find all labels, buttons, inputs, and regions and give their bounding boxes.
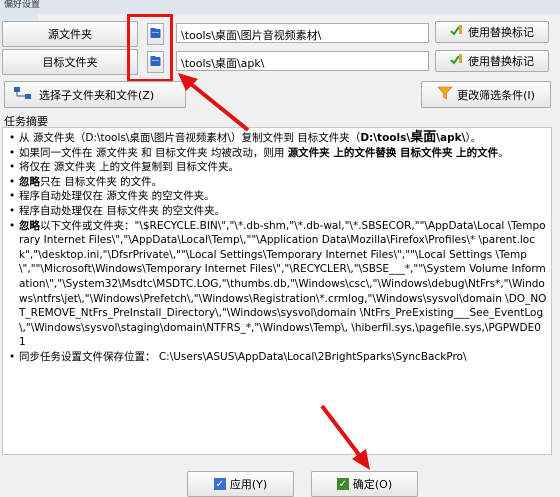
summary-bold-large: 桌面 (410, 130, 437, 145)
target-folder-button[interactable]: 目标文件夹 (2, 49, 138, 75)
apply-label: 应用(Y) (229, 478, 268, 491)
target-folder-label: 目标文件夹 (42, 56, 98, 69)
summary-text: 从 源文件夹（D:\tools\桌面\图片音视频素材\）复制文件到 目标文件夹（ (19, 132, 361, 144)
summary-text: 如果同一文件在 源文件夹 和 目标文件夹 均被改动，则用 (19, 146, 288, 159)
ok-label: 确定(O) (352, 478, 393, 491)
annotation-highlight-box (127, 14, 173, 82)
summary-bold: 源文件夹 上的文件替换 目标文件夹 上的文件 (287, 146, 499, 159)
summary-item: 将仅在 源文件夹 上的文件复制到 目标文件夹。 (9, 160, 547, 175)
ok-button[interactable]: ✓ 确定(O) (311, 471, 418, 497)
summary-text: 以下文件或文件夹："\$RECYCLE.BIN\","\*.db-shm,"\*… (19, 219, 547, 349)
summary-item: 从 源文件夹（D:\tools\桌面\图片音视频素材\）复制文件到 目标文件夹（… (9, 130, 547, 146)
check-pen-icon (450, 53, 464, 69)
summary-item: 忽略以下文件或文件夹："\$RECYCLE.BIN\","\*.db-shm,"… (9, 219, 547, 350)
select-subfolders-button[interactable]: 选择子文件夹和文件(Z) (4, 81, 186, 108)
annotation-arrow (184, 78, 250, 132)
summary-bold: D:\tools\ (360, 132, 411, 144)
summary-item: 如果同一文件在 源文件夹 和 目标文件夹 均被改动，则用 源文件夹 上的文件替换… (9, 146, 547, 161)
title-bar: 偏好设置 (0, 0, 560, 14)
summary-bold: 忽略 (19, 219, 40, 232)
select-subfolders-label: 选择子文件夹和文件(Z) (39, 88, 155, 102)
target-replace-button[interactable]: 使用替换标记 (435, 50, 549, 72)
source-replace-button[interactable]: 使用替换标记 (435, 21, 549, 43)
summary-item: 同步任务设置文件保存位置： C:\Users\ASUS\AppData\Loca… (9, 350, 547, 365)
summary-text: 只在 目标文件夹 的文件。 (40, 175, 163, 188)
summary-item: 忽略只在 目标文件夹 的文件。 (9, 175, 547, 190)
target-path-input[interactable]: \tools\桌面\apk\ (176, 51, 429, 71)
folder-tree-icon (13, 86, 35, 103)
target-replace-label: 使用替换标记 (468, 55, 534, 68)
task-summary-panel[interactable]: 从 源文件夹（D:\tools\桌面\图片音视频素材\）复制文件到 目标文件夹（… (2, 127, 552, 455)
check-pen-icon (450, 24, 464, 40)
summary-item: 程序自动处理仅在 目标文件夹 的空文件夹。 (9, 204, 547, 219)
check-icon: ✓ (336, 478, 349, 490)
summary-bold: 忽略 (19, 175, 40, 188)
source-folder-button[interactable]: 源文件夹 (2, 21, 138, 47)
summary-bold: \apk\ (436, 132, 466, 144)
summary-text: 。 (498, 146, 509, 159)
summary-item: 程序自动处理仅在 源文件夹 的空文件夹。 (9, 189, 547, 204)
change-filter-button[interactable]: 更改筛选条件(I) (421, 81, 551, 108)
source-folder-label: 源文件夹 (48, 28, 92, 41)
summary-text: ）。 (465, 132, 482, 144)
source-replace-label: 使用替换标记 (468, 26, 534, 39)
apply-button[interactable]: ✓ 应用(Y) (187, 471, 294, 497)
change-filter-label: 更改筛选条件(I) (457, 88, 535, 102)
source-path-input[interactable]: \tools\桌面\图片音视频素材\ (176, 23, 429, 43)
funnel-icon (437, 85, 453, 104)
check-icon: ✓ (213, 478, 226, 490)
